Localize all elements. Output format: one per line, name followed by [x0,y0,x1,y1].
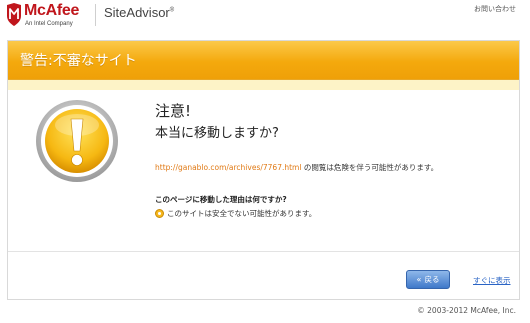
back-button-label: 戻る [424,275,440,284]
back-button[interactable]: «戻る [406,270,450,289]
warning-subheading: 本当に移動しますか? [155,126,279,141]
exclamation-icon [36,100,118,182]
reason-label: このサイトは安全でない可能性があります。 [167,209,317,218]
warning-banner: 警告:不審なサイト [8,41,519,80]
registered-mark: ® [169,7,175,14]
product-title: SiteAdvisor® [104,5,174,20]
reason-option[interactable]: このサイトは安全でない可能性があります。 [155,208,316,219]
brand-name: McAfee [24,2,80,19]
url-notice: http://ganablo.com/archives/7767.html の閲… [155,162,438,173]
site-url-link[interactable]: http://ganablo.com/archives/7767.html [155,163,301,172]
logo-divider [95,4,96,26]
double-chevron-left-icon: « [416,275,422,284]
warning-card: 警告:不審なサイト 注意! 本当に移動しますか? http://ganablo.… [7,40,520,300]
contact-link[interactable]: お問い合わせ [474,4,516,14]
show-now-link[interactable]: すぐに表示 [473,275,511,286]
product-name: SiteAdvisor [104,5,170,20]
footer-divider [8,251,519,252]
top-bar: McAfee An Intel Company SiteAdvisor® お問い… [0,0,530,36]
brand-tagline: An Intel Company [25,21,73,27]
banner-title: 警告:不審なサイト [20,53,137,69]
warning-heading: 注意! [155,102,192,120]
url-notice-text: の閲覧は危険を伴う可能性があります。 [301,163,439,172]
reason-question: このページに移動した理由は何ですか? [155,195,287,204]
banner-shadow-strip [8,80,519,90]
reason-radio[interactable] [155,209,164,218]
mcafee-shield-icon [7,3,21,26]
copyright: © 2003-2012 McAfee, Inc. [417,306,516,315]
